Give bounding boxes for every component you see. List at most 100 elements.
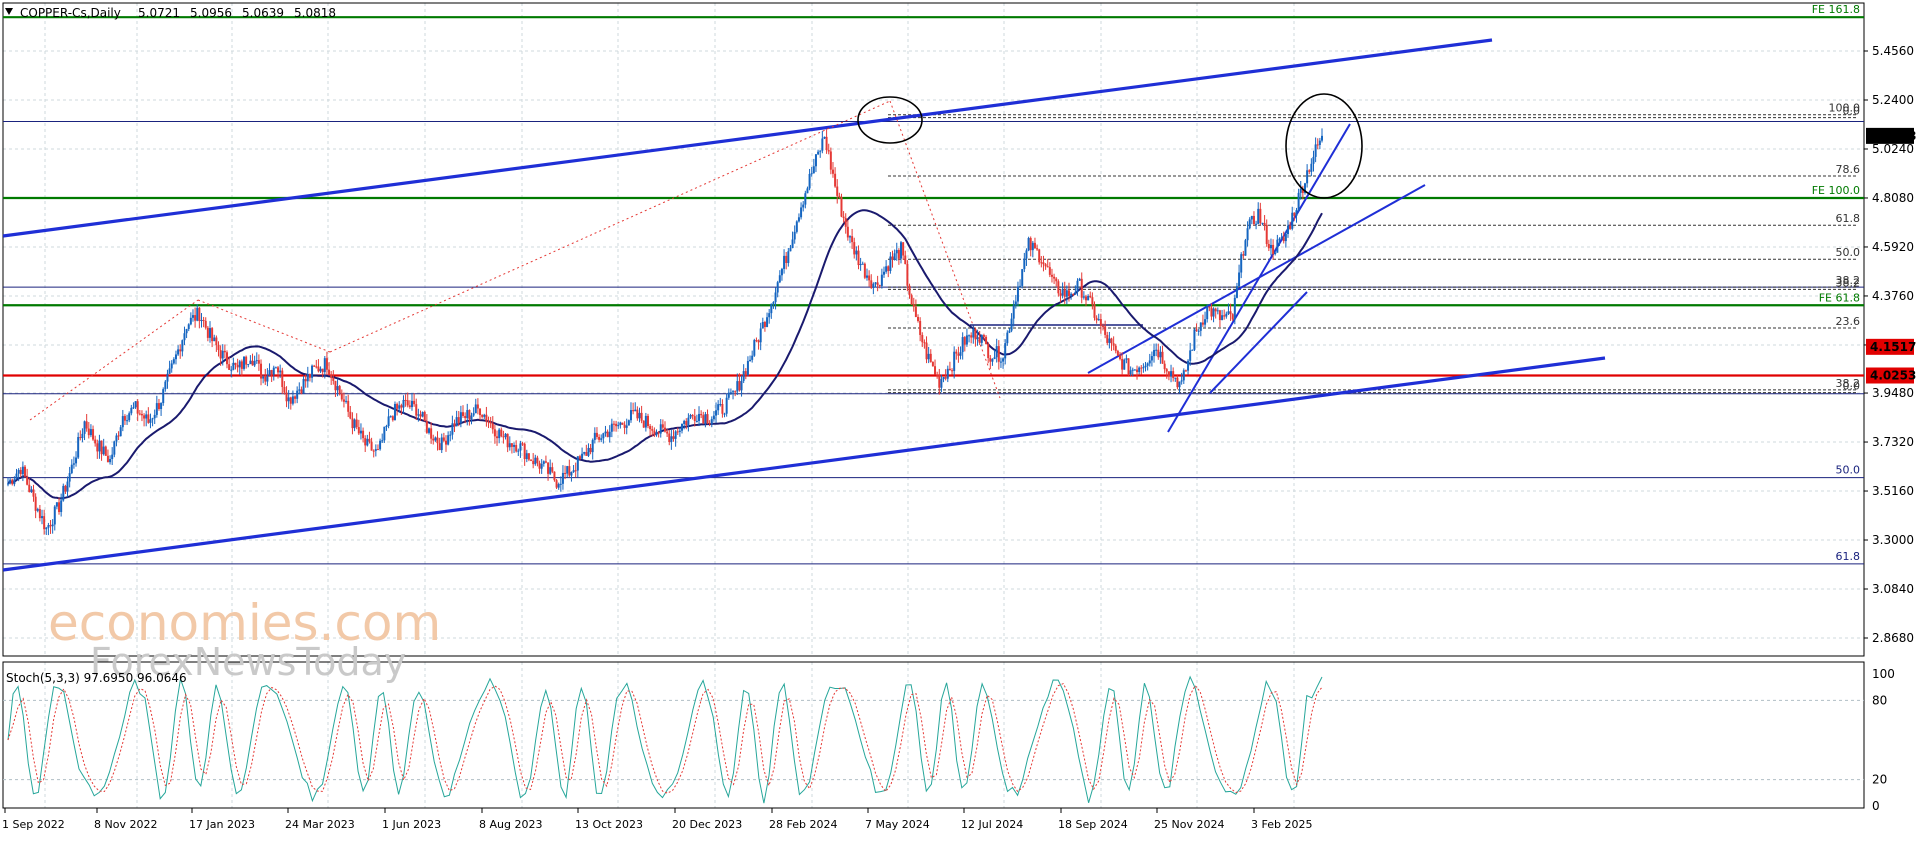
candle-body xyxy=(128,413,131,421)
price-chart: economies.com ForexNewsToday FE 161.8FE … xyxy=(0,0,1916,840)
candle-body xyxy=(831,169,834,174)
candle-body xyxy=(651,429,654,431)
candle-body xyxy=(749,359,752,362)
candle-body xyxy=(902,242,905,256)
candle-body xyxy=(1044,264,1047,267)
candle-body xyxy=(785,255,788,264)
level-label: FE 161.8 xyxy=(1812,3,1860,16)
candle-body xyxy=(481,415,484,417)
candle-body xyxy=(96,443,99,452)
candle-body xyxy=(704,414,707,424)
candle-body xyxy=(41,516,44,519)
candle-body xyxy=(534,457,537,465)
candle-body xyxy=(1006,332,1009,344)
candle-body xyxy=(434,437,437,441)
x-tick-label: 12 Jul 2024 xyxy=(961,818,1023,831)
candle-body xyxy=(1031,242,1034,251)
candle-body xyxy=(778,275,781,283)
candle-body xyxy=(140,413,143,416)
candle-body xyxy=(153,414,156,419)
candle-body xyxy=(349,411,352,419)
candle-body xyxy=(1269,244,1272,249)
candle-body xyxy=(498,429,501,439)
fib-level-label: 0.0 xyxy=(1843,380,1861,393)
candle-body xyxy=(1121,358,1124,370)
candle-body xyxy=(196,307,199,321)
y-tick-label: 2.8680 xyxy=(1872,631,1914,645)
candle-body xyxy=(185,329,188,334)
candle-body xyxy=(861,263,864,265)
candle-body xyxy=(846,226,849,238)
candle-body xyxy=(963,337,966,345)
candle-body xyxy=(532,460,535,465)
candle-body xyxy=(657,431,660,434)
candle-body xyxy=(68,473,71,482)
candle-body xyxy=(1242,254,1245,256)
chart-root: economies.com ForexNewsToday FE 161.8 FE … xyxy=(0,0,1916,840)
candle-body xyxy=(687,417,690,426)
candle-body xyxy=(1189,350,1192,361)
candle-body xyxy=(806,188,809,194)
candle-body xyxy=(402,399,405,408)
candle-body xyxy=(1240,254,1243,273)
candle-body xyxy=(693,416,696,421)
candle-body xyxy=(589,447,592,453)
candle-body xyxy=(1210,307,1213,317)
candle-body xyxy=(1012,305,1015,319)
y-tick-label: 3.7320 xyxy=(1872,435,1914,449)
candle-body xyxy=(717,404,720,411)
candle-body xyxy=(1178,381,1181,388)
candle-body xyxy=(725,397,728,414)
candle-body xyxy=(100,440,103,455)
candle-body xyxy=(1070,293,1073,297)
candle-body xyxy=(536,457,539,464)
candle-body xyxy=(1295,210,1298,216)
y-tick-label: 4.5920 xyxy=(1872,240,1914,254)
candle-body xyxy=(551,467,554,472)
candle-body xyxy=(625,425,628,428)
candle-body xyxy=(442,437,445,441)
candle-body xyxy=(547,462,550,474)
candle-body xyxy=(1144,365,1147,368)
candle-body xyxy=(655,431,658,436)
candle-body xyxy=(723,413,726,415)
y-tick-label: 3.0840 xyxy=(1872,582,1914,596)
symbol-name: COPPER-Cs,Daily xyxy=(20,6,121,20)
x-tick-label: 25 Nov 2024 xyxy=(1154,818,1224,831)
candle-body xyxy=(413,400,416,405)
candle-body xyxy=(897,250,900,259)
candle-body xyxy=(1136,369,1139,373)
candle-body xyxy=(1104,326,1107,335)
candle-body xyxy=(1289,225,1292,229)
candle-body xyxy=(432,438,435,441)
candle-body xyxy=(942,377,945,380)
candle-body xyxy=(264,376,267,382)
candle-body xyxy=(910,295,913,305)
candle-body xyxy=(189,317,192,325)
candle-body xyxy=(999,361,1002,363)
candle-body xyxy=(929,353,932,362)
candle-body xyxy=(944,377,947,379)
candle-body xyxy=(1099,319,1102,326)
candle-body xyxy=(1061,289,1064,296)
candle-body xyxy=(240,361,243,369)
candle-body xyxy=(111,454,114,459)
candle-body xyxy=(661,424,664,428)
candle-body xyxy=(814,154,817,167)
fib-level-label: 0.0 xyxy=(1843,105,1861,118)
candle-body xyxy=(906,264,909,286)
candle-body xyxy=(45,527,48,530)
candle-body xyxy=(202,319,205,321)
candle-body xyxy=(87,428,90,436)
candle-body xyxy=(77,437,80,458)
candle-body xyxy=(502,436,505,438)
candle-body xyxy=(379,440,382,450)
candle-body xyxy=(1125,358,1128,360)
candle-body xyxy=(198,307,201,322)
candle-body xyxy=(321,368,324,373)
candle-body xyxy=(340,393,343,400)
candle-body xyxy=(1146,363,1149,366)
candle-body xyxy=(364,438,367,446)
fib-level-label: 38.2 xyxy=(1836,276,1861,289)
candle-body xyxy=(681,423,684,431)
